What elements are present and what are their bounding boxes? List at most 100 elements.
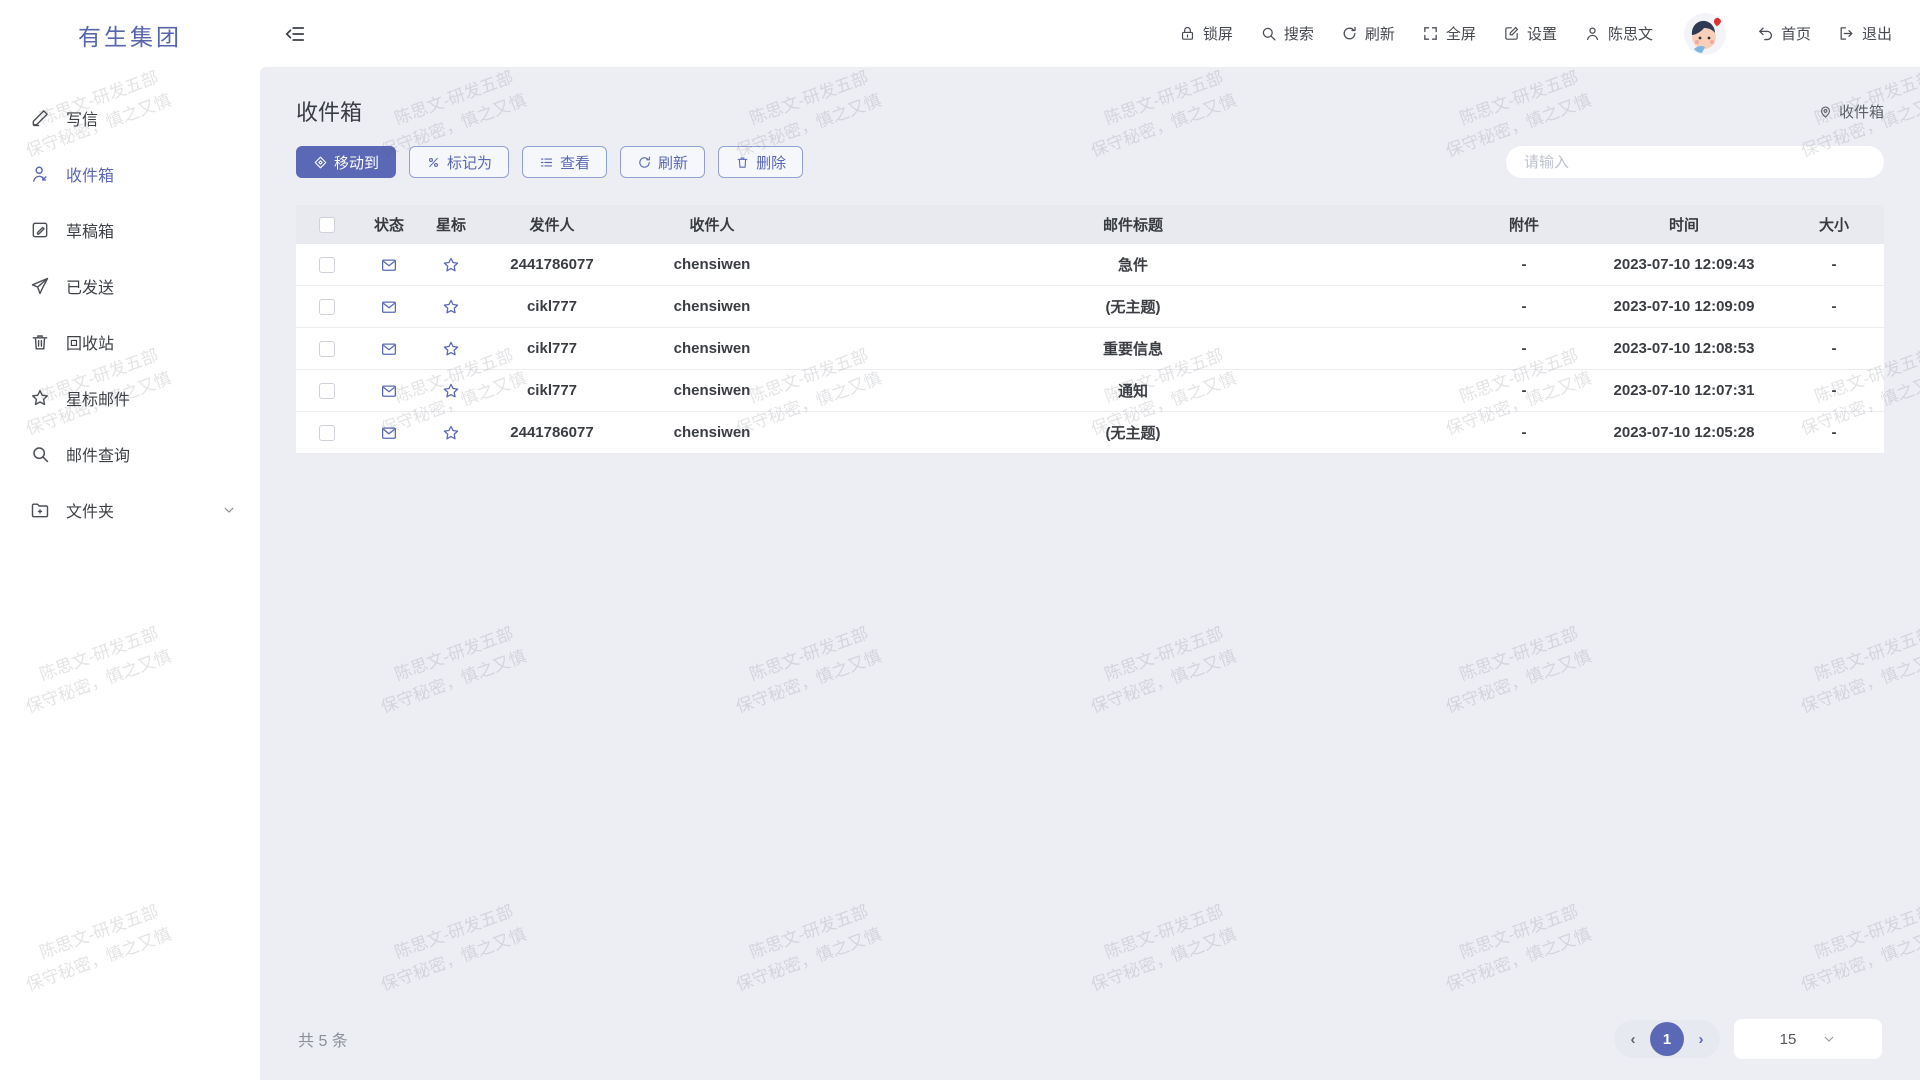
page-size-select[interactable]: 15 (1734, 1019, 1882, 1059)
button-label: 查看 (560, 152, 590, 173)
refresh-button[interactable]: 刷新 (1341, 23, 1395, 44)
avatar[interactable] (1684, 13, 1726, 55)
app-logo: 有生集团 (0, 18, 260, 52)
table-row[interactable]: 2441786077 chensiwen 急件 - 2023-07-10 12:… (296, 244, 1884, 286)
logout-icon (1838, 25, 1855, 42)
sidebar: 有生集团 写信 收件箱 草稿箱 已发送 回收站 (0, 0, 260, 1080)
chevron-down-icon[interactable] (222, 503, 236, 517)
column-header-sender: 发件人 (482, 214, 622, 235)
attachment-cell: - (1464, 424, 1584, 441)
refresh-icon (637, 155, 652, 170)
attachment-cell: - (1464, 382, 1584, 399)
star-icon[interactable] (442, 424, 460, 442)
lock-icon (1179, 25, 1196, 42)
next-page-button[interactable]: › (1692, 1031, 1710, 1048)
location-pin-icon (1818, 104, 1833, 119)
sender-cell: cikl777 (482, 340, 622, 357)
action-label: 设置 (1527, 23, 1557, 44)
refresh-list-button[interactable]: 刷新 (620, 146, 705, 178)
collapse-sidebar-icon[interactable] (284, 23, 306, 45)
move-to-button[interactable]: 移动到 (296, 146, 396, 178)
sidebar-item-folders[interactable]: 文件夹 (0, 482, 260, 538)
star-icon[interactable] (442, 340, 460, 358)
time-cell: 2023-07-10 12:07:31 (1584, 382, 1784, 399)
logout-button[interactable]: 退出 (1838, 23, 1892, 44)
search-button[interactable]: 搜索 (1260, 23, 1314, 44)
search-input[interactable] (1506, 146, 1884, 178)
current-page[interactable]: 1 (1650, 1022, 1684, 1056)
breadcrumb: 收件箱 (1818, 101, 1884, 122)
fullscreen-icon (1422, 25, 1439, 42)
sidebar-item-starred[interactable]: 星标邮件 (0, 370, 260, 426)
sidebar-item-inbox[interactable]: 收件箱 (0, 146, 260, 202)
mark-as-button[interactable]: 标记为 (409, 146, 509, 178)
button-label: 刷新 (658, 152, 688, 173)
mail-table: 状态 星标 发件人 收件人 邮件标题 附件 时间 大小 2441786077 c… (296, 205, 1884, 454)
attachment-cell: - (1464, 298, 1584, 315)
attachment-cell: - (1464, 256, 1584, 273)
sidebar-item-drafts[interactable]: 草稿箱 (0, 202, 260, 258)
table-header: 状态 星标 发件人 收件人 邮件标题 附件 时间 大小 (296, 205, 1884, 244)
star-icon[interactable] (442, 382, 460, 400)
table-row[interactable]: cikl777 chensiwen (无主题) - 2023-07-10 12:… (296, 286, 1884, 328)
sender-cell: 2441786077 (482, 424, 622, 441)
subject-cell[interactable]: (无主题) (802, 422, 1464, 443)
star-icon[interactable] (442, 256, 460, 274)
fullscreen-button[interactable]: 全屏 (1422, 23, 1476, 44)
page-title: 收件箱 (296, 95, 362, 127)
home-label: 首页 (1781, 23, 1811, 44)
star-icon[interactable] (442, 298, 460, 316)
button-label: 删除 (756, 152, 786, 173)
chevron-down-icon (1822, 1032, 1836, 1046)
action-label: 全屏 (1446, 23, 1476, 44)
action-label: 刷新 (1365, 23, 1395, 44)
subject-cell[interactable]: 急件 (802, 254, 1464, 275)
row-checkbox[interactable] (319, 257, 335, 273)
lock-screen-button[interactable]: 锁屏 (1179, 23, 1233, 44)
row-checkbox[interactable] (319, 383, 335, 399)
sidebar-item-trash[interactable]: 回收站 (0, 314, 260, 370)
recipient-cell: chensiwen (622, 340, 802, 357)
mail-status-icon (380, 298, 398, 316)
column-header-time: 时间 (1584, 214, 1784, 235)
sidebar-item-label: 收件箱 (66, 162, 114, 186)
time-cell: 2023-07-10 12:05:28 (1584, 424, 1784, 441)
table-row[interactable]: cikl777 chensiwen 通知 - 2023-07-10 12:07:… (296, 370, 1884, 412)
app-root: 有生集团 写信 收件箱 草稿箱 已发送 回收站 (0, 0, 1920, 1080)
delete-button[interactable]: 删除 (718, 146, 803, 178)
row-checkbox[interactable] (319, 299, 335, 315)
view-button[interactable]: 查看 (522, 146, 607, 178)
button-label: 移动到 (334, 152, 379, 173)
size-cell: - (1784, 298, 1884, 315)
select-all-checkbox[interactable] (319, 217, 335, 233)
home-button[interactable]: 首页 (1757, 23, 1811, 44)
pager-pill: ‹ 1 › (1614, 1020, 1720, 1058)
subject-cell[interactable]: (无主题) (802, 296, 1464, 317)
drafts-icon (30, 220, 50, 240)
subject-cell[interactable]: 通知 (802, 380, 1464, 401)
row-checkbox[interactable] (319, 341, 335, 357)
row-checkbox[interactable] (319, 425, 335, 441)
folder-add-icon (30, 500, 50, 520)
settings-button[interactable]: 设置 (1503, 23, 1557, 44)
sidebar-item-sent[interactable]: 已发送 (0, 258, 260, 314)
table-row[interactable]: 2441786077 chensiwen (无主题) - 2023-07-10 … (296, 412, 1884, 454)
time-cell: 2023-07-10 12:09:43 (1584, 256, 1784, 273)
sidebar-item-label: 草稿箱 (66, 218, 114, 242)
mail-status-icon (380, 424, 398, 442)
table-row[interactable]: cikl777 chensiwen 重要信息 - 2023-07-10 12:0… (296, 328, 1884, 370)
current-user[interactable]: 陈思文 (1584, 23, 1653, 44)
inbox-icon (30, 164, 50, 184)
sidebar-item-mail-search[interactable]: 邮件查询 (0, 426, 260, 482)
page-size-value: 15 (1780, 1031, 1797, 1048)
breadcrumb-label: 收件箱 (1839, 101, 1884, 122)
sidebar-item-compose[interactable]: 写信 (0, 90, 260, 146)
topbar-actions: 锁屏 搜索 刷新 全屏 设置 (1179, 13, 1892, 55)
column-header-status: 状态 (358, 214, 420, 235)
subject-cell[interactable]: 重要信息 (802, 338, 1464, 359)
search-icon (1260, 25, 1277, 42)
time-cell: 2023-07-10 12:09:09 (1584, 298, 1784, 315)
action-label: 锁屏 (1203, 23, 1233, 44)
prev-page-button[interactable]: ‹ (1624, 1031, 1642, 1048)
column-header-subject: 邮件标题 (802, 214, 1464, 235)
